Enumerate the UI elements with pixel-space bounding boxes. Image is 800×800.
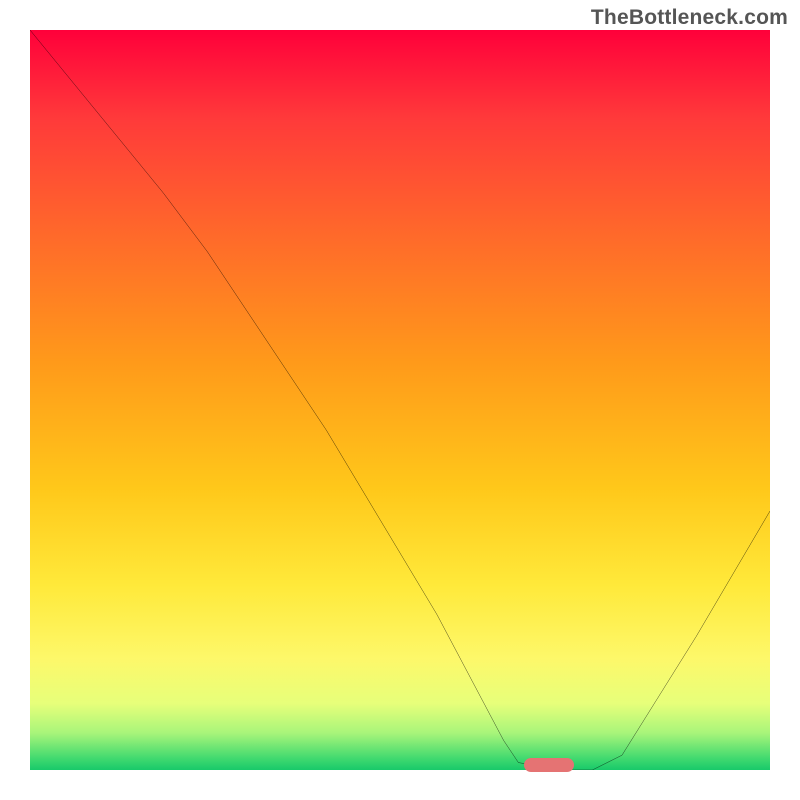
watermark-text: TheBottleneck.com <box>591 6 788 30</box>
optimal-range-marker <box>524 758 574 772</box>
plot-area <box>30 30 770 770</box>
chart-container: TheBottleneck.com <box>0 0 800 800</box>
heat-gradient-background <box>30 30 770 770</box>
